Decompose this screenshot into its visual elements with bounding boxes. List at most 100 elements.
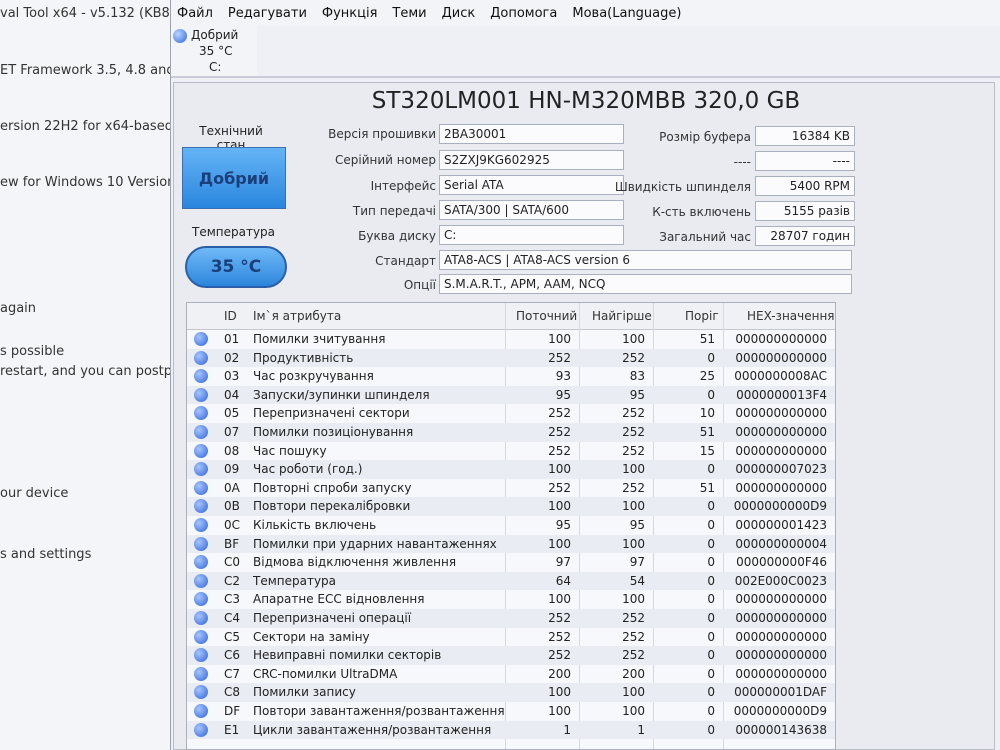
status-dot-icon — [194, 369, 208, 384]
drive-tab-status: Добрий — [191, 28, 239, 42]
cell-worst: 200 — [622, 666, 645, 681]
cell-worst: 252 — [622, 425, 645, 439]
cell-current: 1 — [563, 722, 571, 737]
firmware-field: 2BA30001 — [439, 124, 624, 144]
cell-raw: 000000000000 — [735, 629, 827, 644]
menu-file[interactable]: Файл — [177, 6, 213, 21]
cell-name: Апаратне ECC відновлення — [253, 592, 425, 607]
standard-field: ATA8-ACS | ATA8-ACS version 6 — [439, 250, 852, 270]
table-row[interactable]: C3 Апаратне ECC відновлення 100 100 0 0000000… — [187, 590, 835, 609]
menu-edit[interactable]: Редагувати — [228, 6, 307, 21]
cell-raw: 000000000004 — [735, 536, 827, 551]
table-row[interactable]: C6 Невиправні помилки секторів 252 252 0 0000… — [187, 646, 835, 665]
cell-raw: 000000000000 — [735, 425, 827, 439]
disk-title: ST320LM001 HN-M320MBB 320,0 GB — [371, 88, 801, 114]
table-row[interactable]: 0A Повторні спроби запуску 252 252 51 0000000… — [187, 479, 835, 498]
table-row[interactable]: C8 Помилки запису 100 100 0 000000001DAF — [187, 683, 835, 702]
cell-worst: 54 — [629, 573, 645, 588]
cell-name: Відмова відключення живлення — [253, 555, 457, 570]
cell-current: 100 — [548, 332, 571, 346]
cell-id: 03 — [224, 369, 240, 384]
cell-current: 100 — [548, 536, 571, 551]
cell-id: 08 — [224, 443, 240, 458]
cell-threshold: 51 — [699, 480, 715, 495]
cell-current: 200 — [548, 666, 571, 681]
table-row[interactable]: C4 Перепризначені операції 252 252 0 00000000… — [187, 609, 835, 628]
menu-disk[interactable]: Диск — [442, 6, 476, 21]
table-row[interactable]: 07 Помилки позиціонування 252 252 51 00000000… — [187, 423, 835, 442]
cell-raw: 000000000000 — [735, 350, 827, 365]
table-row[interactable]: 03 Час розкручування 93 83 25 0000000008AC — [187, 367, 835, 386]
table-row[interactable]: 02 Продуктивність 252 252 0 000000000000 — [187, 348, 835, 368]
cell-id: C7 — [224, 666, 241, 681]
transfer-field: SATA/300 | SATA/600 — [439, 200, 624, 220]
table-row[interactable]: BF Помилки при ударних навантаженнях 100 10… — [187, 534, 835, 554]
menu-help[interactable]: Допомога — [490, 6, 557, 21]
header-name[interactable]: Ім`я атрибута — [253, 309, 341, 323]
cell-name: Перепризначені сектори — [253, 406, 410, 421]
cell-worst: 95 — [629, 518, 645, 532]
table-row[interactable]: 01 Помилки зчитування 100 100 51 000000000000 — [187, 330, 835, 349]
table-row[interactable]: C2 Температура 64 54 0 002E000C0023 — [187, 571, 835, 591]
cell-worst: 1 — [637, 722, 645, 737]
temperature-badge[interactable]: 35 °C — [185, 246, 287, 288]
smart-attributes-table[interactable]: ID Ім`я атрибута Поточний Найгірше Поріг… — [186, 302, 836, 750]
cell-threshold: 0 — [707, 499, 715, 514]
cell-worst: 252 — [622, 406, 645, 421]
table-row[interactable]: E1 Цикли завантаження/розвантаження 1 1 0 000… — [187, 720, 835, 740]
menu-themes[interactable]: Теми — [392, 6, 426, 21]
menu-bar: Файл Редагувати Функція Теми Диск Допомо… — [171, 0, 1000, 26]
status-dot-icon — [194, 387, 208, 402]
transfer-label: Тип передачі — [352, 204, 436, 218]
menu-function[interactable]: Функція — [322, 6, 378, 21]
table-row[interactable]: 05 Перепризначені сектори 252 252 10 00000000… — [187, 404, 835, 423]
table-row[interactable]: 0C Кількість включень 95 95 0 000000001423 — [187, 516, 835, 535]
cell-current: 100 — [548, 685, 571, 700]
table-row[interactable]: 04 Запуски/зупинки шпинделя 95 95 0 000000001… — [187, 385, 835, 405]
header-current[interactable]: Поточний — [516, 309, 577, 323]
cell-id: DF — [224, 704, 241, 718]
cell-name: Повтори перекалібровки — [253, 499, 411, 514]
table-row[interactable]: 08 Час пошуку 252 252 15 000000000000 — [187, 442, 835, 461]
table-row[interactable]: 0B Повтори перекалібровки 100 100 0 000000000… — [187, 497, 835, 516]
table-row[interactable]: C5 Сектори на заміну 252 252 0 000000000000 — [187, 628, 835, 647]
cell-raw: 0000000000D9 — [733, 499, 827, 514]
header-id[interactable]: ID — [224, 309, 237, 323]
cell-threshold: 0 — [707, 350, 715, 365]
drive-tab[interactable]: Добрий 35 °C C: — [171, 26, 257, 76]
cell-worst: 100 — [622, 462, 645, 477]
cell-id: 05 — [224, 406, 240, 421]
table-row[interactable]: C0 Відмова відключення живлення 97 97 0 00000… — [187, 553, 835, 572]
cell-id: C8 — [224, 685, 241, 700]
header-raw[interactable]: HEX-значення — [747, 309, 835, 323]
status-dot-icon — [194, 722, 208, 737]
cell-threshold: 51 — [699, 425, 715, 439]
cell-threshold: 25 — [699, 369, 715, 384]
table-row[interactable]: DF Повтори завантаження/розвантаження 100 1… — [187, 702, 835, 721]
cell-name: Час роботи (год.) — [253, 462, 363, 477]
bg-text-line: again — [0, 301, 37, 316]
table-header: ID Ім`я атрибута Поточний Найгірше Поріг… — [187, 303, 835, 330]
status-dot-icon — [194, 685, 208, 700]
table-row[interactable]: 09 Час роботи (год.) 100 100 0 000000007023 — [187, 460, 835, 479]
cell-threshold: 0 — [707, 685, 715, 700]
cell-name: CRC-помилки UltraDMA — [253, 666, 398, 681]
cell-id: BF — [224, 536, 240, 551]
menu-language[interactable]: Мова(Language) — [572, 6, 681, 21]
cell-threshold: 0 — [707, 462, 715, 477]
drive-letter-field: C: — [439, 225, 624, 245]
header-threshold[interactable]: Поріг — [685, 309, 719, 323]
options-label: Опції — [403, 278, 436, 292]
status-dot-icon — [173, 29, 187, 43]
cell-id: 09 — [224, 462, 240, 477]
cell-threshold: 0 — [707, 518, 715, 532]
cell-worst: 252 — [622, 350, 645, 365]
cell-name: Помилки позиціонування — [253, 425, 414, 439]
rpm-field: 5400 RPM — [755, 176, 855, 196]
cell-threshold: 0 — [707, 722, 715, 737]
header-worst[interactable]: Найгірше — [592, 309, 652, 323]
table-row[interactable]: C7 CRC-помилки UltraDMA 200 200 0 00000000000… — [187, 665, 835, 684]
cell-threshold: 0 — [707, 536, 715, 551]
cell-threshold: 0 — [707, 648, 715, 663]
health-status-button[interactable]: Добрий — [182, 147, 286, 209]
